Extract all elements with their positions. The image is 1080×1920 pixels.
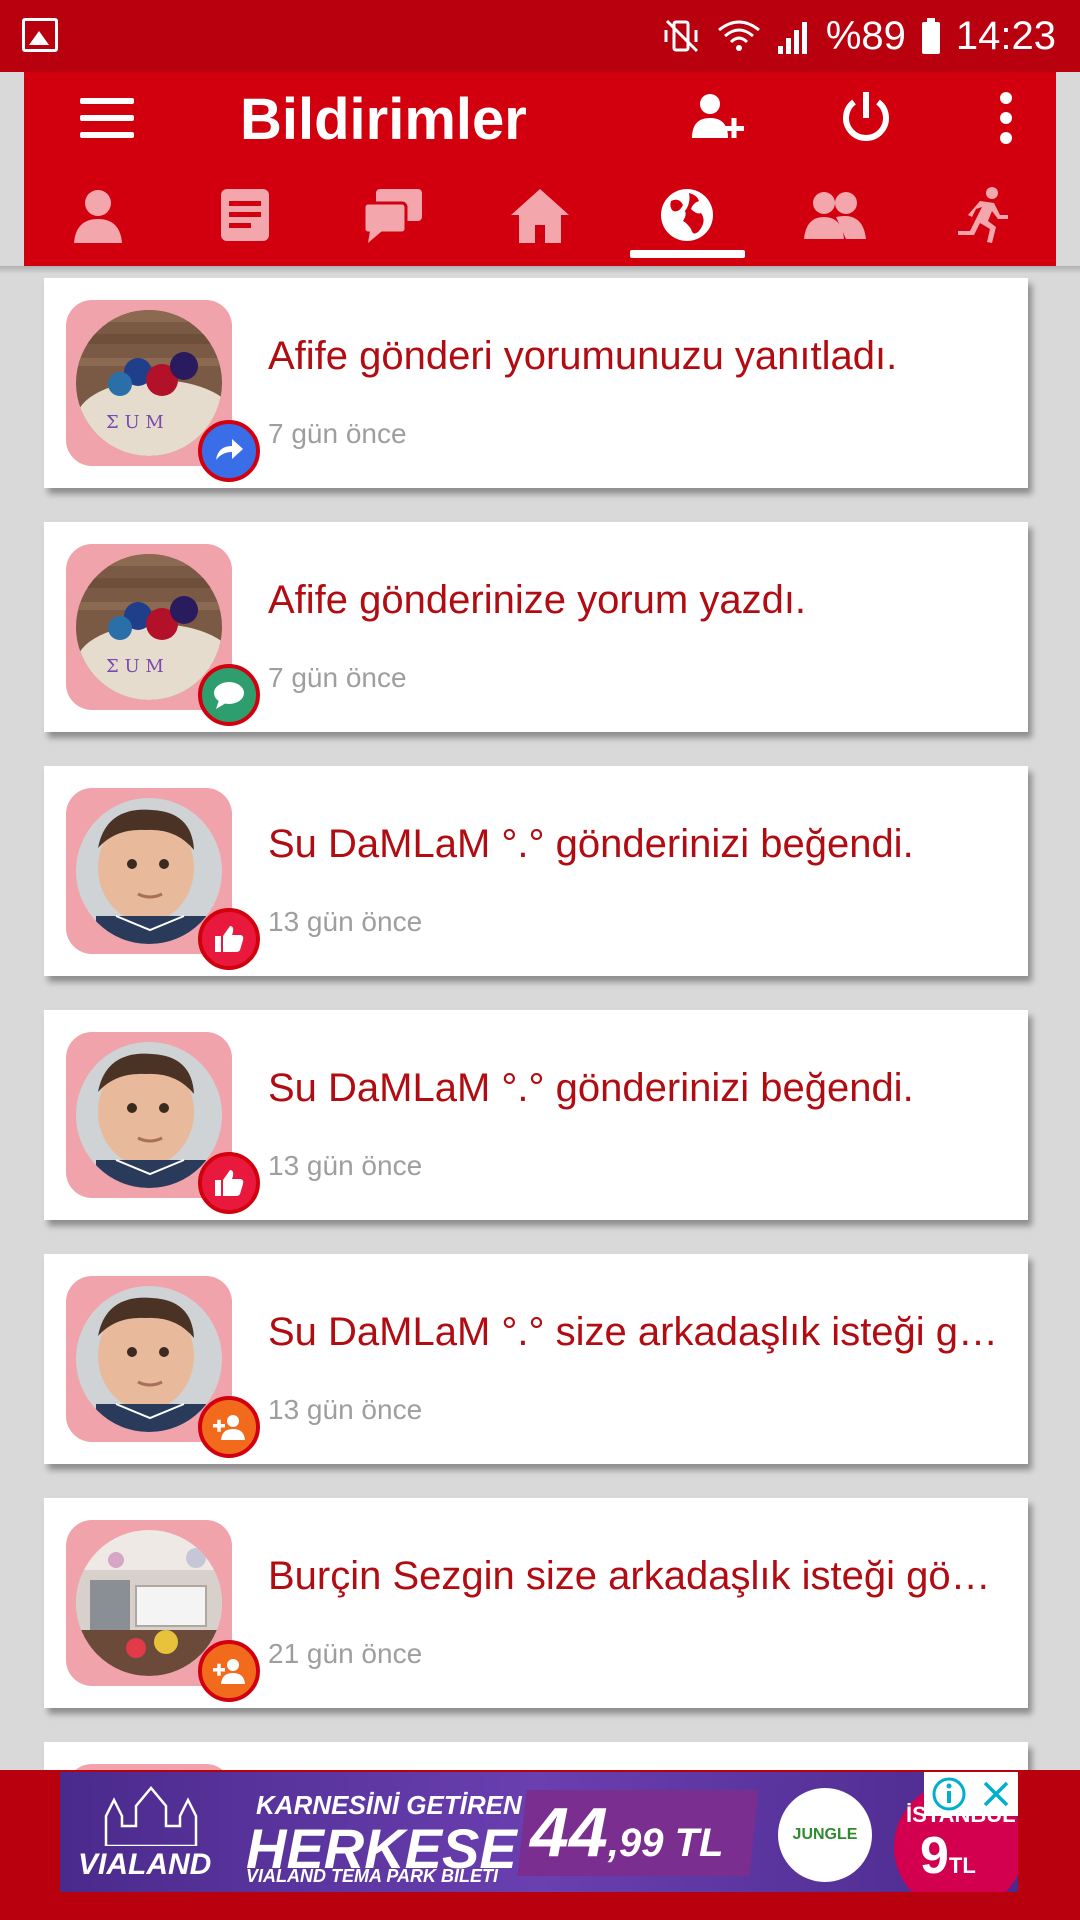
globe-icon bbox=[661, 189, 714, 241]
ad-price-decimal: ,99 TL bbox=[607, 1821, 724, 1865]
status-indicators: %89 14:23 bbox=[662, 12, 1056, 60]
add-friend-icon bbox=[198, 1396, 260, 1458]
like-icon bbox=[198, 908, 260, 970]
like-icon bbox=[198, 1152, 260, 1214]
notification-card[interactable]: Su DaMLaM °.° gönderinizi beğendi. 13 gün… bbox=[44, 1010, 1028, 1220]
notification-time: 13 gün önce bbox=[268, 1394, 423, 1425]
ad-bar: VIALAND KARNESİNİ GETİREN HERKESE VIALAN… bbox=[0, 1770, 1080, 1920]
signal-icon bbox=[776, 16, 812, 56]
tab-explore[interactable] bbox=[614, 164, 761, 266]
gallery-notification-icon bbox=[22, 18, 58, 52]
person-icon bbox=[73, 190, 122, 243]
tab-activity[interactable] bbox=[909, 164, 1056, 266]
notification-time: 7 gün önce bbox=[268, 418, 407, 449]
battery-icon bbox=[920, 16, 942, 56]
header-shadow bbox=[0, 266, 1080, 274]
clock: 14:23 bbox=[955, 13, 1056, 58]
notification-card[interactable]: Su DaMLaM °.° size arkadaşlık isteği gön… bbox=[44, 1254, 1028, 1464]
tab-posts[interactable] bbox=[171, 164, 318, 266]
notification-card[interactable]: Σ U M Afife gönderinize yorum yazdı. 7 gün… bbox=[44, 522, 1028, 732]
avatar-frame[interactable] bbox=[66, 1520, 260, 1702]
home-icon bbox=[510, 189, 569, 243]
castle-icon bbox=[104, 1786, 198, 1846]
add-friend-icon bbox=[198, 1640, 260, 1702]
hamburger-menu-icon[interactable] bbox=[80, 98, 134, 138]
avatar: Σ U M bbox=[76, 310, 222, 456]
chat-bubbles-icon bbox=[362, 189, 422, 243]
avatar-frame[interactable] bbox=[66, 788, 260, 970]
power-icon[interactable] bbox=[836, 88, 896, 148]
battery-percent: %89 bbox=[825, 13, 906, 58]
document-icon bbox=[221, 189, 270, 241]
notification-message: Su DaMLaM °.° gönderinizi beğendi. bbox=[268, 1066, 914, 1110]
notification-time: 13 gün önce bbox=[268, 1150, 423, 1181]
avatar bbox=[76, 798, 222, 944]
svg-text:Σ U M: Σ U M bbox=[106, 412, 164, 433]
vibrate-mute-icon bbox=[662, 16, 702, 56]
more-options-icon[interactable] bbox=[986, 88, 1046, 148]
running-icon bbox=[958, 187, 1009, 243]
notification-message: Su DaMLaM °.° gönderinizi beğendi. bbox=[268, 822, 914, 866]
tab-friends[interactable] bbox=[761, 164, 908, 266]
avatar-frame[interactable]: Σ U M bbox=[66, 300, 260, 482]
avatar: Σ U M bbox=[76, 554, 222, 700]
ad-istanbul-price-value: 9 bbox=[920, 1827, 949, 1885]
ad-controls bbox=[924, 1772, 1018, 1816]
status-bar: %89 14:23 bbox=[0, 0, 1080, 72]
notification-card[interactable]: Σ U M Afife gönderi yorumunuzu yanıtladı.… bbox=[44, 278, 1028, 488]
tab-bar bbox=[24, 164, 1056, 266]
ad-istanbul-currency: TL bbox=[948, 1853, 976, 1878]
ad-jungle-logo: JUNGLE bbox=[778, 1788, 872, 1882]
ad-info-icon[interactable] bbox=[931, 1776, 967, 1812]
comment-icon bbox=[198, 664, 260, 726]
notification-message: Afife gönderi yorumunuzu yanıtladı. bbox=[268, 334, 898, 378]
notification-message: Burçin Sezgin size arkadaşlık isteği gön… bbox=[268, 1554, 1008, 1598]
avatar bbox=[76, 1042, 222, 1188]
avatar-frame[interactable]: Σ U M bbox=[66, 544, 260, 726]
reply-icon bbox=[198, 420, 260, 482]
ad-close-icon[interactable] bbox=[980, 1778, 1012, 1810]
ad-price-main: 44 bbox=[530, 1793, 608, 1871]
tab-messages[interactable] bbox=[319, 164, 466, 266]
svg-text:Σ U M: Σ U M bbox=[106, 656, 164, 677]
tab-profile[interactable] bbox=[24, 164, 171, 266]
ad-price: 44,99 TL bbox=[530, 1792, 723, 1872]
avatar-frame[interactable] bbox=[66, 1276, 260, 1458]
ad-istanbul-price: 9TL bbox=[920, 1826, 976, 1886]
avatar-frame[interactable] bbox=[66, 1032, 260, 1214]
avatar bbox=[76, 1530, 222, 1676]
notification-card[interactable]: Burçin Sezgin size arkadaşlık isteği gön… bbox=[44, 1498, 1028, 1708]
tab-home[interactable] bbox=[466, 164, 613, 266]
app-toolbar: Bildirimler bbox=[24, 72, 1056, 164]
notification-time: 7 gün önce bbox=[268, 662, 407, 693]
group-icon bbox=[803, 192, 866, 239]
notification-time: 13 gün önce bbox=[268, 906, 423, 937]
wifi-icon bbox=[716, 16, 762, 56]
ad-banner[interactable]: VIALAND KARNESİNİ GETİREN HERKESE VIALAN… bbox=[60, 1772, 1018, 1892]
ad-line3: VIALAND TEMA PARK BİLETİ bbox=[246, 1866, 498, 1886]
notification-time: 21 gün önce bbox=[268, 1638, 423, 1669]
notification-message: Afife gönderinize yorum yazdı. bbox=[268, 578, 807, 622]
add-user-icon[interactable] bbox=[686, 88, 746, 148]
notification-message: Su DaMLaM °.° size arkadaşlık isteği gön… bbox=[268, 1310, 1008, 1354]
page-title: Bildirimler bbox=[240, 87, 527, 152]
ad-brand: VIALAND bbox=[78, 1848, 212, 1881]
avatar bbox=[76, 1286, 222, 1432]
notification-card[interactable]: Su DaMLaM °.° gönderinizi beğendi. 13 gün… bbox=[44, 766, 1028, 976]
